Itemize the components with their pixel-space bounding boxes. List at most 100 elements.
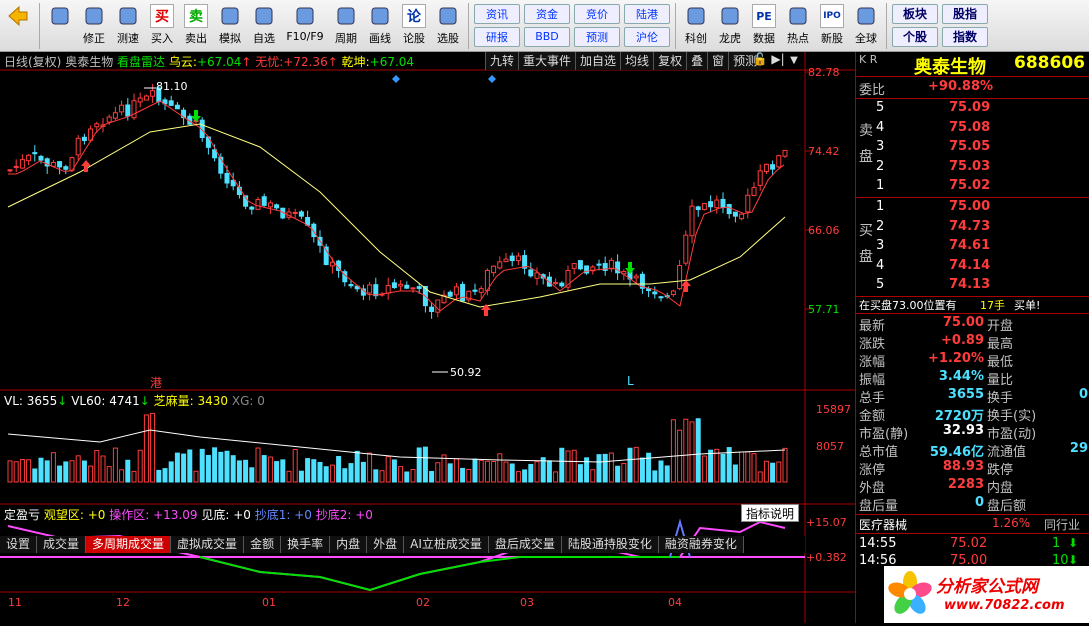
toolbar-button-dragon[interactable]: 龙虎 <box>713 0 747 50</box>
nav-button-top-0[interactable]: 板块 <box>892 3 938 24</box>
hk-marker: 港 <box>150 376 163 390</box>
volume-bar <box>274 461 280 483</box>
volume-bar <box>348 463 354 483</box>
quick-button-bottom-2[interactable]: 预测 <box>574 26 620 47</box>
stat-key: 最新 <box>859 319 886 334</box>
volume-bar <box>305 458 311 483</box>
stat-row-9: 外盘 2283 内盘 <box>856 477 1089 496</box>
header-button-2[interactable]: 加自选 <box>575 52 621 70</box>
toolbar-back-button[interactable] <box>0 0 36 50</box>
tab-10[interactable]: 陆股通持股变化 <box>561 536 659 553</box>
buy-price: 74.13 <box>949 277 991 293</box>
toolbar-button-globe[interactable]: 全球 <box>849 0 883 50</box>
tab-5[interactable]: 换手率 <box>281 536 331 553</box>
quick-button-top-3[interactable]: 陆港 <box>624 3 670 24</box>
quick-button-top-1[interactable]: 资金 <box>524 3 570 24</box>
candle <box>577 260 583 270</box>
candle <box>38 155 44 161</box>
volume-bar <box>50 452 56 483</box>
stat-value: 2283 <box>947 477 984 492</box>
toolbar-button-sell[interactable]: 卖卖出 <box>179 0 213 50</box>
volume-bar <box>249 467 255 483</box>
signal-arrow-stem <box>194 110 198 116</box>
dragon-icon <box>718 4 742 28</box>
chart-area[interactable]: 日线(复权) 奥泰生物 看盘雷达 乌云:+67.04↑ 无忧:+72.36↑ 乾… <box>0 52 855 623</box>
candle <box>106 116 112 123</box>
sector-tab[interactable]: 同行业 <box>1044 516 1080 533</box>
toolbar-button-forum[interactable]: 论论股 <box>397 0 431 50</box>
nav-button-bottom-1[interactable]: 指数 <box>942 26 988 47</box>
nav-button-top-1[interactable]: 股指 <box>942 3 988 24</box>
volume-bar <box>714 448 720 483</box>
tab-7[interactable]: 外盘 <box>367 536 405 553</box>
tab-0[interactable]: 设置 <box>0 536 38 553</box>
watermark-logo: 分析家公式网 www.70822.com <box>884 566 1089 623</box>
radar-label[interactable]: 看盘雷达 <box>117 55 165 69</box>
tab-9[interactable]: 盘后成交量 <box>488 536 562 553</box>
toolbar-button-ipo[interactable]: IPO 新股 <box>815 0 849 50</box>
header-button-6[interactable]: 窗 <box>707 52 729 70</box>
header-button-1[interactable]: 重大事件 <box>518 52 576 70</box>
quick-button-bottom-3[interactable]: 沪伦 <box>624 26 670 47</box>
toolbar-button-speed[interactable]: 测速 <box>111 0 145 50</box>
toolbar-button-buy[interactable]: 买买入 <box>145 0 179 50</box>
wuyou-label: 无忧: <box>255 55 284 69</box>
tab-3[interactable]: 虚拟成交量 <box>171 536 245 553</box>
quick-button-bottom-1[interactable]: BBD <box>524 26 570 47</box>
volume-bar <box>695 418 701 483</box>
sell-level: 1 <box>876 178 885 194</box>
quick-button-bottom-0[interactable]: 研报 <box>474 26 520 47</box>
tab-1[interactable]: 成交量 <box>37 536 87 553</box>
toolbar-button-pencil[interactable]: 画线 <box>363 0 397 50</box>
toolbar-button-back-arrow[interactable] <box>43 0 77 50</box>
toolbar-button-pe[interactable]: PE 数据 <box>747 0 781 50</box>
sector-name[interactable]: 医疗器械 <box>859 516 907 533</box>
lock-icon[interactable]: 🔓 <box>751 52 769 70</box>
tab-11[interactable]: 融资融券变化 <box>658 536 744 553</box>
tab-2[interactable]: 多周期成交量 <box>86 536 172 553</box>
toolbar-button-updown-arrow[interactable]: 修正 <box>77 0 111 50</box>
toolbar-button-f10[interactable]: F10/F9 <box>281 0 329 50</box>
header-button-5[interactable]: 叠 <box>686 52 708 70</box>
stat-key: 总手 <box>859 391 886 406</box>
candle <box>348 283 354 287</box>
tab-4[interactable]: 金额 <box>244 536 282 553</box>
volume-bar <box>317 461 323 483</box>
volume-bar <box>441 454 447 483</box>
volume-bar <box>131 470 137 483</box>
candle <box>292 211 298 214</box>
toolbar-button-star-folder[interactable]: 自选 <box>247 0 281 50</box>
candle <box>137 97 143 103</box>
stat-value: +0.89 <box>941 333 984 348</box>
qiankun-label: 乾坤: <box>341 55 370 69</box>
globe-icon <box>854 4 878 28</box>
volume-bar <box>19 459 25 483</box>
toolbar-button-clock[interactable]: 周期 <box>329 0 363 50</box>
candle <box>453 286 459 296</box>
toolbar-button-fire[interactable]: 热点 <box>781 0 815 50</box>
header-button-3[interactable]: 均线 <box>620 52 654 70</box>
indicator-help-button[interactable]: 指标说明 <box>741 504 799 522</box>
toolbar-button-chart[interactable]: 科创 <box>679 0 713 50</box>
toolbar-button-gavel[interactable]: 模拟 <box>213 0 247 50</box>
header-button-0[interactable]: 九转 <box>485 52 519 70</box>
period-label: 日线(复权) <box>4 55 62 69</box>
tab-8[interactable]: AI立桩成交量 <box>404 536 489 553</box>
nav-button-bottom-0[interactable]: 个股 <box>892 26 938 47</box>
volume-bar <box>38 457 44 483</box>
toolbar-button-stock-pick[interactable]: 选股 <box>431 0 465 50</box>
indicator-d: 抄底1: +0 <box>254 508 312 522</box>
quick-button-top-2[interactable]: 竞价 <box>574 3 620 24</box>
stat-value: 3655 <box>947 387 984 402</box>
tab-6[interactable]: 内盘 <box>330 536 368 553</box>
qiankun-value: +67.04 <box>369 55 415 69</box>
header-button-4[interactable]: 复权 <box>653 52 687 70</box>
volume-bar <box>534 461 540 483</box>
chart-label: 科创 <box>685 32 707 45</box>
candle <box>596 263 602 266</box>
arrow-bar-icon[interactable]: ▶| <box>769 52 787 70</box>
volume-bar <box>652 470 658 483</box>
volume-bar <box>137 449 143 483</box>
dropdown-icon[interactable]: ▼ <box>787 52 801 70</box>
quick-button-top-0[interactable]: 资讯 <box>474 3 520 24</box>
